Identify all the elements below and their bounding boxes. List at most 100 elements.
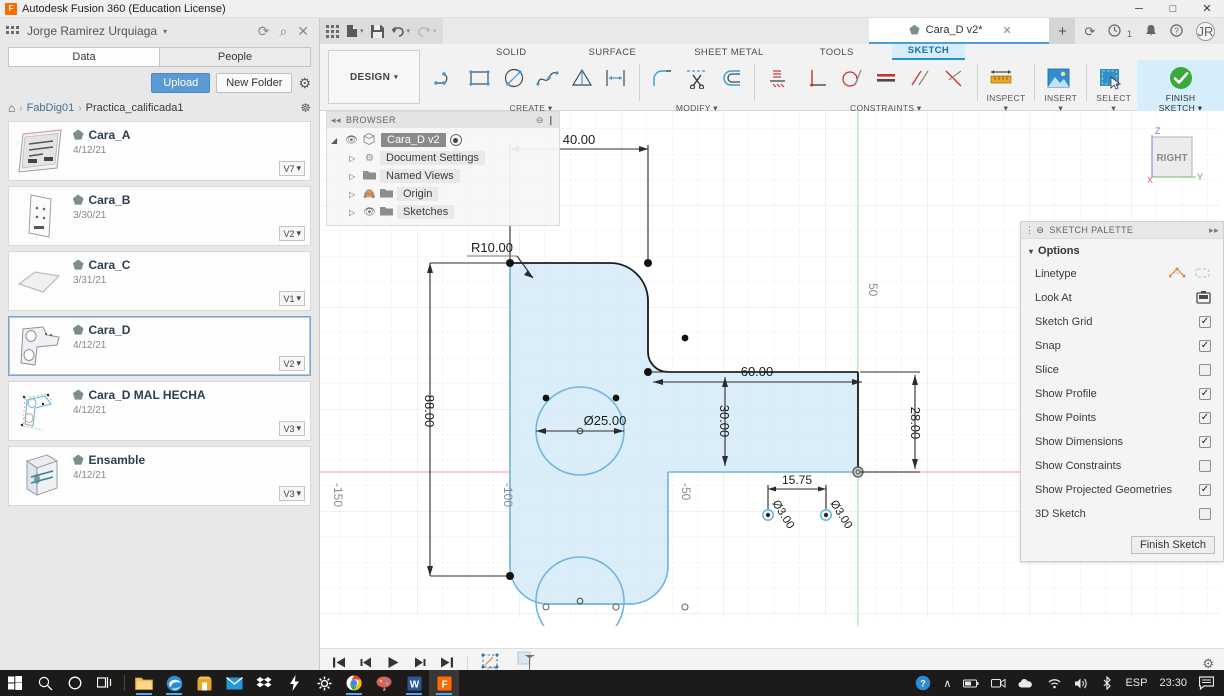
palette-row-3d-sketch[interactable]: 3D Sketch xyxy=(1021,502,1223,526)
close-icon[interactable]: ✕ xyxy=(297,24,309,38)
tree-node-root[interactable]: ◢ 👁 Cara_D v2 xyxy=(327,131,559,149)
tree-node-sketches[interactable]: ▷ 👁 Sketches xyxy=(327,203,559,221)
tab-sheet-metal[interactable]: SHEET METAL xyxy=(678,46,780,60)
new-document-icon[interactable]: ▾ xyxy=(346,24,364,38)
version-badge[interactable]: V2▾ xyxy=(279,356,305,371)
show-profile-checkbox[interactable] xyxy=(1199,388,1211,400)
tree-node-origin[interactable]: ▷ 🙈 Origin xyxy=(327,185,559,203)
breadcrumb-item-project[interactable]: FabDig01 xyxy=(27,102,75,114)
chevron-down-icon[interactable]: ▾ xyxy=(163,27,167,36)
list-item[interactable]: ⬟Cara_D MAL HECHA 4/12/21 V3▾ xyxy=(8,381,311,441)
palette-row-snap[interactable]: Snap xyxy=(1021,334,1223,358)
tab-surface[interactable]: SURFACE xyxy=(573,46,653,60)
undo-icon[interactable]: ▾ xyxy=(391,25,411,37)
upload-button[interactable]: Upload xyxy=(151,73,210,93)
expand-arrow-icon[interactable]: ▷ xyxy=(349,154,359,163)
start-button[interactable] xyxy=(0,670,30,696)
show-constraints-checkbox[interactable] xyxy=(1199,460,1211,472)
jump-end-button[interactable] xyxy=(440,656,454,671)
play-button[interactable] xyxy=(386,656,400,671)
gear-icon[interactable]: ⚙ xyxy=(298,76,311,90)
breadcrumb-item-folder[interactable]: Practica_calificada1 xyxy=(86,102,184,114)
list-item-selected[interactable]: ⬟Cara_D 4/12/21 V2▾ xyxy=(8,316,311,376)
look-at-icon[interactable] xyxy=(1196,290,1211,307)
fillet-tool-icon[interactable] xyxy=(648,64,678,92)
step-forward-button[interactable] xyxy=(413,656,427,671)
slice-checkbox[interactable] xyxy=(1199,364,1211,376)
minimize-icon[interactable]: ⊖ xyxy=(536,115,544,126)
close-icon[interactable]: ✕ xyxy=(1002,24,1011,37)
taskbar-microsoft-store[interactable] xyxy=(189,670,219,696)
redo-icon[interactable]: ▾ xyxy=(417,25,437,37)
parallel-constraint-icon[interactable] xyxy=(905,64,935,92)
drag-handle[interactable]: ⋮ xyxy=(1025,225,1034,236)
tray-help-icon[interactable]: ? xyxy=(909,670,937,696)
save-icon[interactable] xyxy=(371,25,384,38)
tab-tools[interactable]: TOOLS xyxy=(804,46,870,60)
polygon-tool-icon[interactable] xyxy=(567,64,597,92)
coincident-constraint-icon[interactable] xyxy=(939,64,969,92)
palette-row-show-dimensions[interactable]: Show Dimensions xyxy=(1021,430,1223,454)
list-item[interactable]: ⬟Cara_A 4/12/21 V7▾ xyxy=(8,121,311,181)
jump-start-button[interactable] xyxy=(332,656,346,671)
circle-tool-icon[interactable] xyxy=(499,64,529,92)
tab-solid[interactable]: SOLID xyxy=(480,46,543,60)
list-item[interactable]: ⬟Ensamble 4/12/21 V3▾ xyxy=(8,446,311,506)
home-icon[interactable]: ⌂ xyxy=(8,101,15,115)
taskbar-mail[interactable] xyxy=(219,670,249,696)
line-tool-icon[interactable] xyxy=(431,64,461,92)
job-status-icon[interactable]: ⟳ xyxy=(1084,25,1095,38)
palette-row-show-points[interactable]: Show Points xyxy=(1021,406,1223,430)
tray-onedrive-icon[interactable] xyxy=(1012,670,1041,696)
workspace-selector[interactable]: DESIGN ▾ xyxy=(328,50,420,104)
tray-battery-icon[interactable] xyxy=(957,670,985,696)
step-back-button[interactable] xyxy=(359,656,373,671)
drag-handle[interactable]: ❙ xyxy=(547,115,555,126)
sketch-grid-checkbox[interactable] xyxy=(1199,316,1211,328)
dimension-tool-icon[interactable] xyxy=(601,64,631,92)
new-tab-button[interactable]: + xyxy=(1049,18,1075,44)
visibility-off-icon[interactable]: 🙈 xyxy=(363,189,376,200)
expand-icon[interactable]: ▸▸ xyxy=(1209,225,1219,236)
visibility-icon[interactable]: 👁 xyxy=(345,135,358,146)
globe-icon[interactable]: ☸ xyxy=(300,101,311,115)
finish-sketch-button[interactable]: Finish Sketch xyxy=(1131,536,1215,554)
taskbar-microsoft-word[interactable]: W xyxy=(399,670,429,696)
visibility-icon[interactable]: 👁 xyxy=(363,207,376,218)
expand-arrow-icon[interactable]: ▷ xyxy=(349,172,359,181)
tab-people[interactable]: People xyxy=(159,47,311,67)
ribbon-group-finish-sketch[interactable]: FINISH SKETCH ▾ xyxy=(1137,60,1224,115)
offset-tool-icon[interactable] xyxy=(716,64,746,92)
measure-tool-icon[interactable] xyxy=(986,64,1016,92)
minimize-icon[interactable]: ⊖ xyxy=(1036,225,1044,236)
taskbar-settings[interactable] xyxy=(309,670,339,696)
avatar[interactable]: JR xyxy=(1196,22,1215,41)
tray-clock[interactable]: 23:30 xyxy=(1153,670,1193,696)
palette-row-sketch-grid[interactable]: Sketch Grid xyxy=(1021,310,1223,334)
app-grid-icon[interactable] xyxy=(326,25,339,38)
rectangle-tool-icon[interactable] xyxy=(465,64,495,92)
maximize-button[interactable]: □ xyxy=(1156,0,1190,18)
version-badge[interactable]: V7▾ xyxy=(279,161,305,176)
expand-arrow-icon[interactable]: ◢ xyxy=(331,136,341,145)
version-badge[interactable]: V3▾ xyxy=(279,421,305,436)
expand-arrow-icon[interactable]: ▷ xyxy=(349,190,359,199)
taskbar-dropbox[interactable] xyxy=(249,670,279,696)
list-item[interactable]: ⬟Cara_C 3/31/21 V1▾ xyxy=(8,251,311,311)
options-section-title[interactable]: ▾ Options xyxy=(1021,244,1223,262)
tab-data[interactable]: Data xyxy=(8,47,159,67)
palette-row-show-projected-geometries[interactable]: Show Projected Geometries xyxy=(1021,478,1223,502)
show-points-checkbox[interactable] xyxy=(1199,412,1211,424)
perpendicular-constraint-icon[interactable] xyxy=(803,64,833,92)
tray-meet-icon[interactable] xyxy=(985,670,1012,696)
tree-node-named-views[interactable]: ▷ Named Views xyxy=(327,167,559,185)
spline-tool-icon[interactable] xyxy=(533,64,563,92)
finish-sketch-tool-icon[interactable] xyxy=(1166,64,1196,92)
construction-linetype-icon[interactable] xyxy=(1194,266,1211,282)
chevron-down-icon[interactable]: ▾ xyxy=(433,28,437,35)
collapse-icon[interactable]: ◂◂ xyxy=(331,115,341,126)
tray-chevron-up-icon[interactable]: ∧ xyxy=(937,670,957,696)
tray-bluetooth-icon[interactable] xyxy=(1095,670,1119,696)
help-icon[interactable]: ? xyxy=(1170,24,1183,39)
tab-sketch[interactable]: SKETCH xyxy=(892,44,965,60)
